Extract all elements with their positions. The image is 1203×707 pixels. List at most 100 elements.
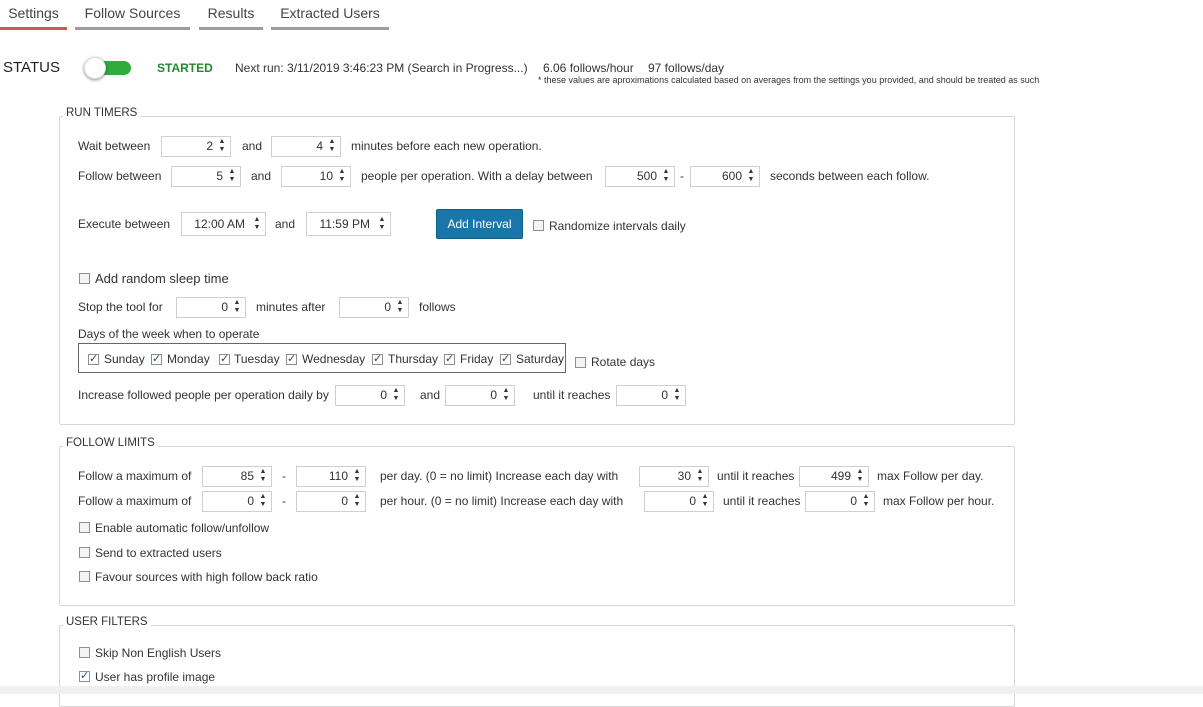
day-checkbox-tuesday[interactable] xyxy=(219,352,230,365)
exec-start-time[interactable]: 12:00 AM ▲ ▼ xyxy=(181,212,266,236)
day-checkbox-saturday[interactable] xyxy=(500,352,511,365)
max-day-label: Follow a maximum of xyxy=(78,469,192,483)
skip-non-english-label: Skip Non English Users xyxy=(95,646,222,660)
auto-follow-label: Enable automatic follow/unfollow xyxy=(95,521,270,535)
day-label: Wednesday xyxy=(302,352,366,366)
spinner-arrows-icon[interactable]: ▲ ▼ xyxy=(252,216,262,233)
max-day-min-spinner[interactable]: 85 ▲ ▼ xyxy=(202,466,272,487)
rotate-days-checkbox[interactable] xyxy=(575,357,586,368)
exec-end-time[interactable]: 11:59 PM ▲ ▼ xyxy=(306,212,391,236)
increase-min-spinner[interactable]: 0 ▲ ▼ xyxy=(335,385,405,406)
spinner-arrows-icon[interactable]: ▲ ▼ xyxy=(661,168,671,185)
spinner-value: 0 xyxy=(221,300,228,314)
user-filters-group xyxy=(59,625,1015,707)
spinner-value: 500 xyxy=(636,169,657,183)
spinner-arrows-icon[interactable]: ▲ ▼ xyxy=(855,468,865,485)
bottom-scrollbar[interactable] xyxy=(0,686,1203,694)
spinner-arrows-icon[interactable]: ▲ ▼ xyxy=(352,493,362,510)
wait-label: Wait between xyxy=(78,139,151,153)
tab-settings[interactable]: Settings xyxy=(0,0,67,30)
spinner-arrows-icon[interactable]: ▲ ▼ xyxy=(327,138,337,155)
spinner-arrows-icon[interactable]: ▲ ▼ xyxy=(377,216,387,233)
and-label: and xyxy=(251,169,272,183)
delay-min-spinner[interactable]: 500 ▲ ▼ xyxy=(605,166,675,187)
spinner-arrows-icon[interactable]: ▲ ▼ xyxy=(391,387,401,404)
spinner-arrows-icon[interactable]: ▲ ▼ xyxy=(337,168,347,185)
max-hour-max-spinner[interactable]: 0 ▲ ▼ xyxy=(296,491,366,512)
spinner-arrows-icon[interactable]: ▲ ▼ xyxy=(217,138,227,155)
tab-label: Results xyxy=(207,5,255,21)
spinner-arrows-icon[interactable]: ▲ ▼ xyxy=(695,468,705,485)
spinner-value: 10 xyxy=(319,169,333,183)
time-value: 11:59 PM xyxy=(319,217,370,231)
day-checkbox-thursday[interactable] xyxy=(372,352,383,365)
favour-sources-checkbox[interactable] xyxy=(79,571,90,582)
spinner-arrows-icon[interactable]: ▲ ▼ xyxy=(232,299,242,316)
max-day-suffix: max Follow per day. xyxy=(877,469,984,483)
spinner-arrows-icon[interactable]: ▲ ▼ xyxy=(746,168,756,185)
favour-sources-label: Favour sources with high follow back rat… xyxy=(95,570,318,584)
spinner-value: 4 xyxy=(316,139,323,153)
auto-follow-checkbox[interactable] xyxy=(79,522,90,533)
tab-follow-sources[interactable]: Follow Sources xyxy=(75,0,190,30)
spinner-value: 0 xyxy=(661,388,668,402)
spinner-value: 30 xyxy=(677,469,691,483)
random-sleep-checkbox[interactable] xyxy=(79,273,90,284)
skip-non-english-checkbox[interactable] xyxy=(79,647,90,658)
dash-label: - xyxy=(680,169,684,183)
stop-mid: minutes after xyxy=(256,300,326,314)
day-checkbox-monday[interactable] xyxy=(151,352,162,365)
max-hour-reach-spinner[interactable]: 0 ▲ ▼ xyxy=(805,491,875,512)
profile-image-checkbox[interactable] xyxy=(79,669,90,682)
wait-min-spinner[interactable]: 2 ▲ ▼ xyxy=(161,136,231,157)
execute-label: Execute between xyxy=(78,217,171,231)
spinner-arrows-icon[interactable]: ▲ ▼ xyxy=(501,387,511,404)
day-label: Sunday xyxy=(104,352,145,366)
max-day-reach-spinner[interactable]: 499 ▲ ▼ xyxy=(799,466,869,487)
dash-label: - xyxy=(282,469,286,483)
max-hour-min-spinner[interactable]: 0 ▲ ▼ xyxy=(202,491,272,512)
spinner-arrows-icon[interactable]: ▲ ▼ xyxy=(395,299,405,316)
spinner-arrows-icon[interactable]: ▲ ▼ xyxy=(700,493,710,510)
rotate-days-label: Rotate days xyxy=(591,355,656,369)
tab-results[interactable]: Results xyxy=(199,0,263,30)
delay-max-spinner[interactable]: 600 ▲ ▼ xyxy=(690,166,760,187)
follow-limits-title: FOLLOW LIMITS xyxy=(63,437,158,449)
dash-label: - xyxy=(282,494,286,508)
wait-max-spinner[interactable]: 4 ▲ ▼ xyxy=(271,136,341,157)
spinner-arrows-icon[interactable]: ▲ ▼ xyxy=(672,387,682,404)
max-hour-inc-spinner[interactable]: 0 ▲ ▼ xyxy=(644,491,714,512)
follows-per-hour: 6.06 follows/hour xyxy=(543,61,634,75)
status-toggle[interactable] xyxy=(84,57,131,79)
stop-follows-spinner[interactable]: 0 ▲ ▼ xyxy=(339,297,409,318)
stop-label: Stop the tool for xyxy=(78,300,163,314)
max-day-inc-spinner[interactable]: 30 ▲ ▼ xyxy=(639,466,709,487)
status-state: STARTED xyxy=(157,61,213,75)
until-spinner[interactable]: 0 ▲ ▼ xyxy=(616,385,686,406)
delay-suffix: seconds between each follow. xyxy=(770,169,930,183)
max-hour-suffix: max Follow per hour. xyxy=(883,494,995,508)
follow-min-spinner[interactable]: 5 ▲ ▼ xyxy=(171,166,241,187)
max-day-max-spinner[interactable]: 110 ▲ ▼ xyxy=(296,466,366,487)
tab-extracted-users[interactable]: Extracted Users xyxy=(271,0,389,30)
day-checkbox-sunday[interactable] xyxy=(88,352,99,365)
spinner-arrows-icon[interactable]: ▲ ▼ xyxy=(861,493,871,510)
spinner-value: 5 xyxy=(216,169,223,183)
spinner-arrows-icon[interactable]: ▲ ▼ xyxy=(352,468,362,485)
spinner-value: 600 xyxy=(721,169,742,183)
day-checkbox-wednesday[interactable] xyxy=(286,352,297,365)
spinner-arrows-icon[interactable]: ▲ ▼ xyxy=(258,468,268,485)
send-extracted-checkbox[interactable] xyxy=(79,547,90,558)
user-filters-title: USER FILTERS xyxy=(63,616,151,628)
follow-max-spinner[interactable]: 10 ▲ ▼ xyxy=(281,166,351,187)
randomize-checkbox[interactable] xyxy=(533,220,544,231)
spinner-arrows-icon[interactable]: ▲ ▼ xyxy=(227,168,237,185)
day-checkbox-friday[interactable] xyxy=(444,352,455,365)
increase-max-spinner[interactable]: 0 ▲ ▼ xyxy=(445,385,515,406)
add-interval-button[interactable]: Add Interval xyxy=(436,209,523,239)
and-label: and xyxy=(420,388,441,402)
random-sleep-label: Add random sleep time xyxy=(95,271,229,286)
profile-image-label: User has profile image xyxy=(95,670,216,684)
spinner-arrows-icon[interactable]: ▲ ▼ xyxy=(258,493,268,510)
stop-minutes-spinner[interactable]: 0 ▲ ▼ xyxy=(176,297,246,318)
